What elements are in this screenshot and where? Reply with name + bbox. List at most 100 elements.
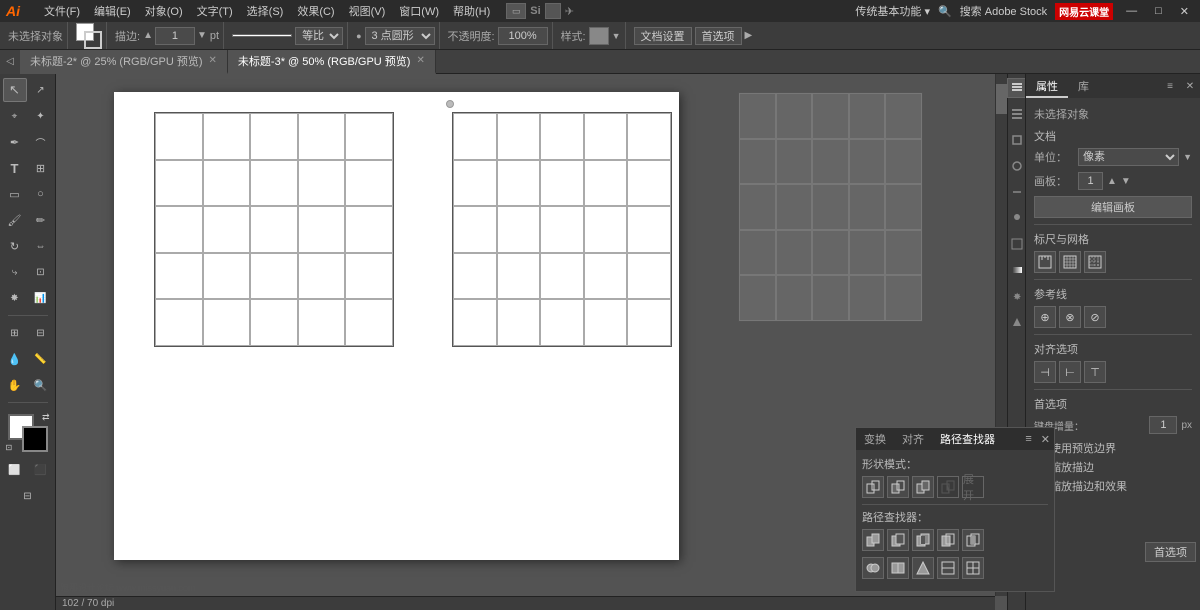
doc-settings-btn[interactable]: 文档设置 <box>634 27 692 45</box>
workspace-label[interactable]: 传统基本功能 ▾ <box>855 3 930 19</box>
eyedropper-tool[interactable]: 💧 <box>3 347 27 371</box>
style-chevron[interactable]: ▼ <box>612 31 621 41</box>
toolbar-arrow[interactable]: ▶ <box>745 30 753 41</box>
shape-select[interactable]: 3 点圆形 <box>365 27 435 45</box>
magic-wand-tool[interactable]: ✦ <box>29 104 53 128</box>
properties-strip-icon[interactable] <box>1007 78 1027 98</box>
shape-icon-3[interactable] <box>912 476 934 498</box>
scale-tool[interactable]: ⇔ <box>29 234 53 258</box>
tab-1-close[interactable]: ✕ <box>416 55 424 66</box>
artboard-tool[interactable]: ⊞ <box>3 321 27 345</box>
color-mode-icon[interactable]: ⬜ <box>3 458 27 482</box>
color-strip-icon[interactable] <box>1007 234 1027 254</box>
artboard-down-icon[interactable]: ▼ <box>1121 176 1131 187</box>
rotate-tool[interactable]: ↻ <box>3 234 27 258</box>
gradient-strip-icon[interactable] <box>1007 260 1027 280</box>
stroke-down-icon[interactable]: ▼ <box>197 30 207 41</box>
select-tool[interactable]: ↖ <box>3 78 27 102</box>
appearance-strip-icon[interactable] <box>1007 208 1027 228</box>
pathfinder-strip-icon[interactable] <box>1007 156 1027 176</box>
zoom-tool[interactable]: 🔍 <box>29 373 53 397</box>
curvature-tool[interactable]: ⌒ <box>29 130 53 154</box>
keyboard-input[interactable] <box>1149 416 1177 434</box>
swap-colors-icon[interactable]: ⇄ <box>42 412 50 423</box>
shape-icon-2[interactable] <box>887 476 909 498</box>
path-icon-3[interactable] <box>912 529 934 551</box>
stroke-input[interactable] <box>155 27 195 45</box>
menu-help[interactable]: 帮助(H) <box>447 1 496 21</box>
prefs-btn[interactable]: 首选项 <box>695 27 742 45</box>
menu-view[interactable]: 视图(V) <box>343 1 392 21</box>
expand-strip-icon[interactable] <box>1007 312 1027 332</box>
free-transform-tool[interactable]: ⊡ <box>29 260 53 284</box>
panel-close-icon[interactable]: ✕ <box>1180 74 1200 98</box>
pen-tool[interactable]: ✒ <box>3 130 27 154</box>
slice-tool[interactable]: ⊟ <box>29 321 53 345</box>
path-icon-8[interactable] <box>912 557 934 579</box>
path-icon-6[interactable] <box>862 557 884 579</box>
ruler-icon-1[interactable] <box>1034 251 1056 273</box>
ruler-icon-3[interactable] <box>1084 251 1106 273</box>
shape-icon-4[interactable] <box>937 476 959 498</box>
gradient-mode-icon[interactable]: ⬛ <box>29 458 53 482</box>
edit-artboard-btn[interactable]: 编辑画板 <box>1034 196 1192 218</box>
artboard-up-icon[interactable]: ▲ <box>1107 176 1117 187</box>
properties-tab[interactable]: 属性 <box>1026 74 1068 98</box>
scroll-thumb-v[interactable] <box>996 84 1007 114</box>
close-btn[interactable]: ✕ <box>1175 5 1194 18</box>
fill-stroke-widget[interactable] <box>76 23 102 49</box>
column-graph-tool[interactable]: 📊 <box>29 286 53 310</box>
ruler-icon-2[interactable] <box>1059 251 1081 273</box>
stock-label[interactable]: 搜索 Adobe Stock <box>960 3 1047 19</box>
path-icon-4[interactable] <box>937 529 959 551</box>
pf-align-tab[interactable]: 对齐 <box>894 428 932 450</box>
shape-icon-1[interactable] <box>862 476 884 498</box>
menu-edit[interactable]: 编辑(E) <box>88 1 137 21</box>
pf-close-icon[interactable]: ✕ <box>1037 433 1054 446</box>
rect-tool-icon[interactable]: ▭ <box>506 3 526 19</box>
linetype-select[interactable]: 等比 <box>295 27 343 45</box>
path-icon-1[interactable] <box>862 529 884 551</box>
hand-tool[interactable]: ✋ <box>3 373 27 397</box>
path-icon-10[interactable] <box>962 557 984 579</box>
tab-1[interactable]: 未标题-3* @ 50% (RGB/GPU 预览) ✕ <box>228 50 436 74</box>
menu-object[interactable]: 对象(O) <box>139 1 189 21</box>
path-icon-2[interactable] <box>887 529 909 551</box>
line-tool[interactable]: ⊞ <box>29 156 53 180</box>
align-strip-icon[interactable] <box>1007 182 1027 202</box>
align-icon-1[interactable]: ⊣ <box>1034 361 1056 383</box>
rect-icon2[interactable] <box>545 3 561 19</box>
align-icon-2[interactable]: ⊢ <box>1059 361 1081 383</box>
direct-select-tool[interactable]: ↗ <box>29 78 53 102</box>
symbols-strip-icon[interactable]: ✸ <box>1007 286 1027 306</box>
guide-icon-2[interactable]: ⊗ <box>1059 306 1081 328</box>
expand-icon[interactable]: 展开 <box>962 476 984 498</box>
default-colors-icon[interactable]: ⊡ <box>6 443 13 452</box>
bottom-prefs-btn[interactable]: 首选项 <box>1145 542 1196 562</box>
menu-file[interactable]: 文件(F) <box>38 1 86 21</box>
align-icon-3[interactable]: ⊤ <box>1084 361 1106 383</box>
symbol-sprayer-tool[interactable]: ✸ <box>3 286 27 310</box>
maximize-btn[interactable]: □ <box>1150 5 1167 17</box>
transform-strip-icon[interactable] <box>1007 130 1027 150</box>
ellipse-tool[interactable]: ○ <box>29 182 53 206</box>
unit-select[interactable]: 像素 <box>1078 148 1179 166</box>
pf-transform-tab[interactable]: 变换 <box>856 428 894 450</box>
minimize-btn[interactable]: — <box>1121 5 1142 17</box>
menu-text[interactable]: 文字(T) <box>191 1 239 21</box>
guide-icon-1[interactable]: ⊕ <box>1034 306 1056 328</box>
opacity-input[interactable] <box>498 27 548 45</box>
measure-tool[interactable]: 📏 <box>29 347 53 371</box>
rect-tool[interactable]: ▭ <box>3 182 27 206</box>
path-icon-9[interactable] <box>937 557 959 579</box>
library-tab[interactable]: 库 <box>1068 74 1099 98</box>
pencil-tool[interactable]: ✏ <box>29 208 53 232</box>
tab-0[interactable]: 未标题-2* @ 25% (RGB/GPU 预览) ✕ <box>20 50 228 74</box>
warp-tool[interactable]: ⤷ <box>3 260 27 284</box>
tab-0-close[interactable]: ✕ <box>209 55 217 66</box>
lasso-tool[interactable]: ⌖ <box>3 104 27 128</box>
screen-mode-icon[interactable]: ⊟ <box>16 484 40 508</box>
text-tool[interactable]: T <box>3 156 27 180</box>
guide-icon-3[interactable]: ⊘ <box>1084 306 1106 328</box>
stroke-color[interactable] <box>84 31 102 49</box>
